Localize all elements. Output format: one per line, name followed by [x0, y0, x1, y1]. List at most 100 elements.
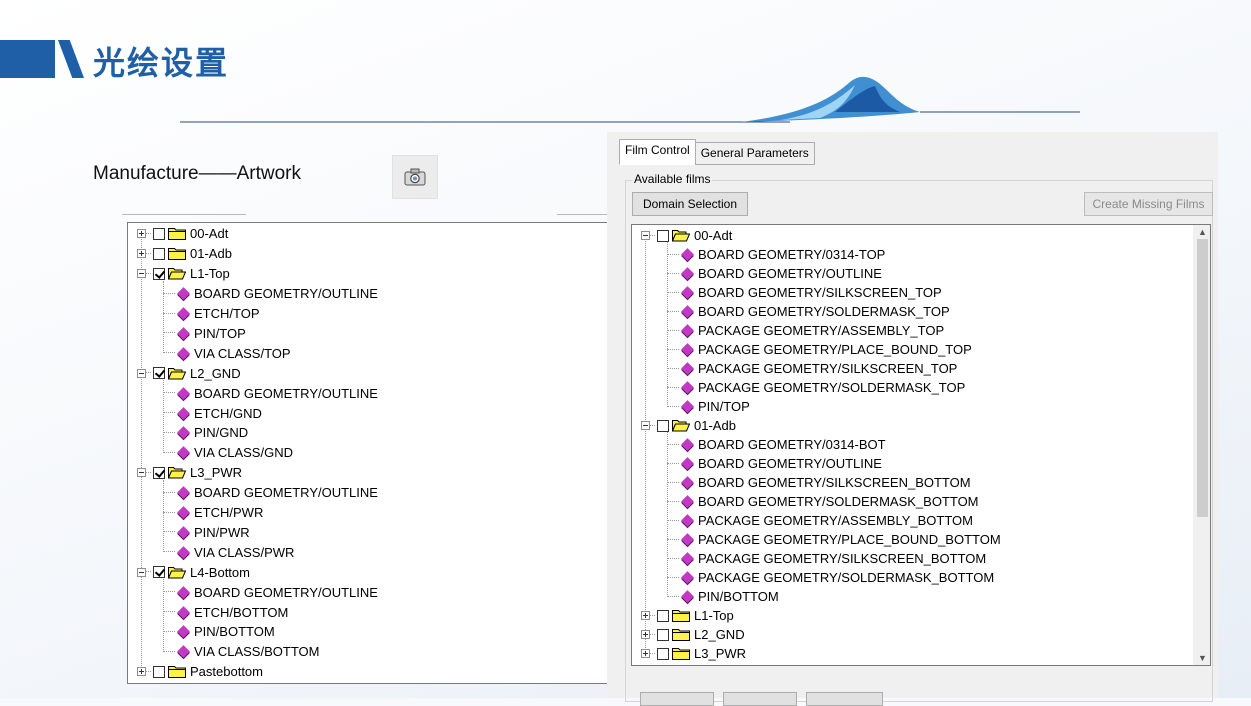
tree-connector — [146, 471, 151, 474]
layer-checkbox[interactable] — [153, 227, 165, 240]
tab-general-parameters[interactable]: General Parameters — [694, 142, 815, 165]
tree-folder-row[interactable]: L3_PWR — [641, 644, 746, 663]
scroll-down-icon[interactable]: ▼ — [1198, 653, 1207, 663]
artwork-layer-tree[interactable]: 00-Adt 01-Adb L1-Top BOARD GEOMETRY/OUTLINE… — [127, 222, 611, 684]
bottom-button[interactable] — [640, 692, 714, 706]
tree-film-item[interactable]: BOARD GEOMETRY/OUTLINE — [163, 582, 378, 602]
collapse-icon[interactable] — [137, 368, 146, 378]
tree-film-item[interactable]: ETCH/BOTTOM — [163, 602, 288, 622]
tree-film-item[interactable]: BOARD GEOMETRY/OUTLINE — [163, 284, 378, 304]
tree-scrollbar[interactable]: ▲ ▼ — [1193, 225, 1210, 665]
tree-film-item[interactable]: PIN/BOTTOM — [667, 587, 779, 606]
expand-icon[interactable] — [641, 649, 650, 658]
bottom-button[interactable] — [723, 692, 797, 706]
tree-film-item[interactable]: VIA CLASS/BOTTOM — [163, 642, 319, 662]
layer-checkbox[interactable] — [657, 419, 669, 432]
tree-item-label: PACKAGE GEOMETRY/ASSEMBLY_BOTTOM — [698, 513, 973, 528]
tree-folder-row[interactable]: L2_GND — [137, 363, 241, 383]
film-class-icon — [681, 362, 694, 375]
collapse-icon[interactable] — [137, 269, 146, 279]
tree-folder-row[interactable]: 00-Adt — [137, 224, 228, 244]
tree-film-item[interactable]: BOARD GEOMETRY/OUTLINE — [163, 383, 378, 403]
tree-film-item[interactable]: BOARD GEOMETRY/0314-TOP — [667, 245, 885, 264]
tree-film-item[interactable]: ETCH/GND — [163, 403, 262, 423]
tree-folder-row[interactable]: 01-Adb — [137, 244, 232, 264]
tree-film-item[interactable]: PACKAGE GEOMETRY/SOLDERMASK_TOP — [667, 378, 965, 397]
layer-checkbox[interactable] — [153, 367, 165, 380]
scrollbar-thumb[interactable] — [1197, 239, 1208, 517]
collapse-icon[interactable] — [137, 567, 146, 577]
tree-connector — [667, 291, 679, 294]
tree-film-item[interactable]: PACKAGE GEOMETRY/SOLDERMASK_BOTTOM — [667, 568, 994, 587]
tree-film-item[interactable]: BOARD GEOMETRY/0314-BOT — [667, 435, 886, 454]
expand-icon[interactable] — [641, 611, 650, 620]
tree-film-item[interactable]: BOARD GEOMETRY/OUTLINE — [667, 454, 882, 473]
tree-film-item[interactable]: BOARD GEOMETRY/SOLDERMASK_BOTTOM — [667, 492, 979, 511]
layer-checkbox[interactable] — [657, 628, 669, 641]
tree-connector — [163, 451, 175, 454]
tree-film-item[interactable]: PACKAGE GEOMETRY/SILKSCREEN_BOTTOM — [667, 549, 986, 568]
tree-folder-row[interactable]: L2_GND — [641, 625, 745, 644]
tree-film-item[interactable]: PACKAGE GEOMETRY/PLACE_BOUND_TOP — [667, 340, 972, 359]
tree-item-label: 01-Adb — [190, 246, 232, 262]
layer-checkbox[interactable] — [153, 466, 165, 479]
tree-film-item[interactable]: ETCH/TOP — [163, 304, 260, 324]
tree-connector — [650, 652, 655, 655]
tree-film-item[interactable]: VIA CLASS/PWR — [163, 542, 294, 562]
tree-film-item[interactable]: BOARD GEOMETRY/SILKSCREEN_BOTTOM — [667, 473, 971, 492]
tree-film-item[interactable]: VIA CLASS/GND — [163, 443, 293, 463]
tree-folder-row[interactable]: Pastebottom — [137, 662, 263, 682]
collapse-icon[interactable] — [137, 468, 146, 478]
tab-film-control[interactable]: Film Control — [619, 139, 696, 165]
layer-checkbox[interactable] — [657, 609, 669, 622]
tree-folder-row[interactable]: 00-Adt — [641, 226, 732, 245]
create-missing-films-button[interactable]: Create Missing Films — [1084, 192, 1213, 216]
layer-checkbox[interactable] — [153, 566, 165, 579]
tree-film-item[interactable]: PIN/TOP — [163, 324, 246, 344]
tree-film-item[interactable]: PIN/TOP — [667, 397, 750, 416]
expand-icon[interactable] — [137, 667, 146, 677]
tree-folder-row[interactable]: 01-Adb — [641, 416, 736, 435]
tree-film-item[interactable]: BOARD GEOMETRY/SILKSCREEN_TOP — [667, 283, 942, 302]
open-folder-icon — [672, 419, 690, 432]
available-films-tree[interactable]: ▲ ▼ 00-Adt BOARD GEOMETRY/0314-TOP BOARD G… — [631, 224, 1211, 666]
tree-folder-row[interactable]: L3_PWR — [137, 463, 242, 483]
tree-folder-row[interactable]: L1-Top — [137, 264, 230, 284]
tree-item-label: BOARD GEOMETRY/0314-TOP — [698, 247, 886, 262]
collapse-icon[interactable] — [641, 421, 650, 430]
layer-checkbox[interactable] — [657, 647, 669, 660]
expand-icon[interactable] — [137, 249, 146, 259]
bottom-button[interactable] — [806, 692, 883, 706]
tree-connector — [163, 531, 175, 533]
tree-item-label: L4-Bottom — [190, 564, 250, 580]
layer-checkbox[interactable] — [657, 229, 669, 242]
expand-icon[interactable] — [641, 630, 650, 639]
tree-film-item[interactable]: PACKAGE GEOMETRY/PLACE_BOUND_BOTTOM — [667, 530, 1001, 549]
expand-icon[interactable] — [137, 229, 146, 239]
tree-film-item[interactable]: BOARD GEOMETRY/OUTLINE — [163, 483, 378, 503]
tree-item-label: PACKAGE GEOMETRY/ASSEMBLY_TOP — [698, 323, 945, 338]
scroll-up-icon[interactable]: ▲ — [1198, 227, 1207, 237]
tree-film-item[interactable]: PIN/GND — [163, 423, 248, 443]
tree-film-item[interactable]: PACKAGE GEOMETRY/ASSEMBLY_TOP — [667, 321, 944, 340]
tree-film-item[interactable]: PIN/BOTTOM — [163, 622, 275, 642]
film-class-icon — [681, 343, 694, 356]
film-class-icon — [681, 324, 694, 337]
tree-film-item[interactable]: VIA CLASS/TOP — [163, 343, 291, 363]
tree-connector — [146, 670, 151, 673]
tree-folder-row[interactable]: L1-Top — [641, 606, 734, 625]
collapse-icon[interactable] — [641, 231, 650, 240]
tree-film-item[interactable]: ETCH/PWR — [163, 503, 263, 523]
domain-selection-button[interactable]: Domain Selection — [632, 192, 748, 216]
tree-film-item[interactable]: PACKAGE GEOMETRY/SILKSCREEN_TOP — [667, 359, 957, 378]
tree-film-item[interactable]: PACKAGE GEOMETRY/ASSEMBLY_BOTTOM — [667, 511, 973, 530]
layer-checkbox[interactable] — [153, 267, 165, 280]
film-class-icon — [681, 457, 694, 470]
layer-checkbox[interactable] — [153, 665, 165, 678]
tree-film-item[interactable]: BOARD GEOMETRY/OUTLINE — [667, 264, 882, 283]
tree-folder-row[interactable]: L4-Bottom — [137, 562, 250, 582]
layer-checkbox[interactable] — [153, 247, 165, 260]
tree-film-item[interactable]: PIN/PWR — [163, 523, 250, 543]
camera-icon[interactable] — [392, 155, 438, 199]
tree-film-item[interactable]: BOARD GEOMETRY/SOLDERMASK_TOP — [667, 302, 950, 321]
